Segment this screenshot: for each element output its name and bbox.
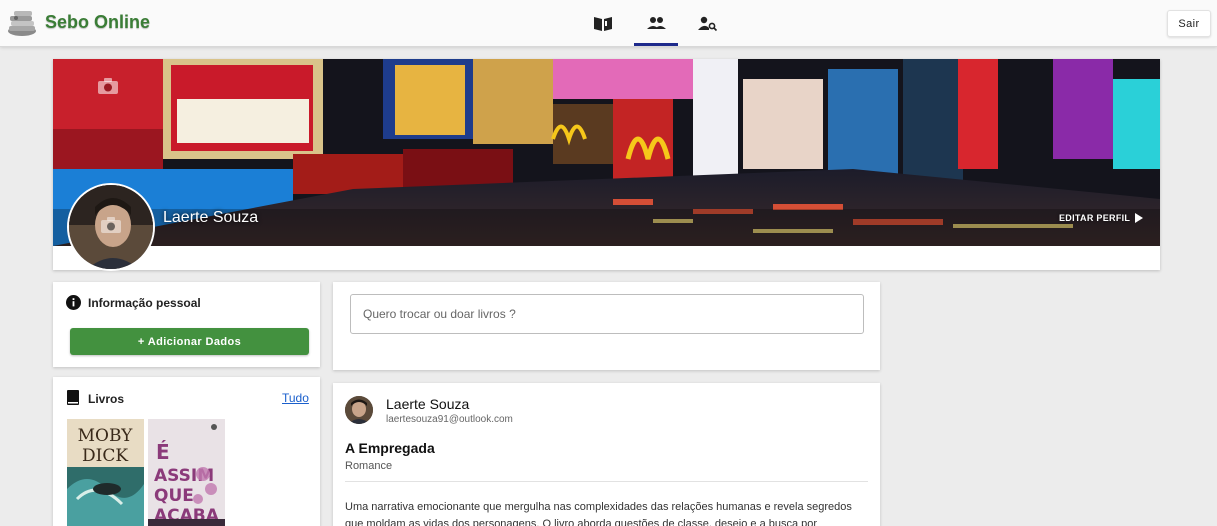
svg-text:QUE: QUE [154, 486, 194, 506]
books-title: Livros [88, 392, 125, 406]
svg-text:É: É [156, 440, 170, 464]
post-card: Laerte Souza laertesouza91@outlook.com A… [333, 383, 880, 526]
post-author-email: laertesouza91@outlook.com [386, 414, 513, 425]
profile-header-card: Laerte Souza EDITAR PERFIL [53, 59, 1160, 271]
post-book-genre: Romance [345, 460, 393, 472]
logout-button[interactable]: Sair [1167, 10, 1211, 37]
post-book-title: A Empregada [345, 440, 435, 456]
person-search-icon[interactable] [697, 14, 719, 32]
edit-profile-button[interactable]: EDITAR PERFIL [1059, 213, 1144, 223]
post-author-name[interactable]: Laerte Souza [386, 396, 469, 412]
app-title[interactable]: Sebo Online [45, 12, 150, 33]
top-bar: Sebo Online Sair [0, 0, 1217, 47]
play-arrow-icon [1135, 213, 1144, 223]
edit-profile-label: EDITAR PERFIL [1059, 213, 1131, 223]
divider [345, 481, 868, 482]
profile-name: Laerte Souza [163, 209, 259, 226]
book-cover-e-assim-que-acaba[interactable]: É ASSIM QUE ACABA [148, 419, 225, 526]
book-cover-moby-dick[interactable]: MOBY DICK [67, 419, 144, 526]
svg-text:DICK: DICK [82, 446, 128, 466]
camera-icon[interactable] [100, 216, 122, 234]
camera-icon[interactable] [97, 77, 119, 95]
personal-info-card: Informação pessoal + Adicionar Dados [53, 282, 320, 367]
books-card: Livros Tudo MOBY DICK É ASSIM QUE ACABA [53, 377, 320, 526]
personal-info-title: Informação pessoal [88, 296, 201, 310]
post-author-avatar[interactable] [345, 396, 373, 424]
nav-active-indicator [634, 43, 678, 46]
info-icon [66, 295, 81, 310]
svg-text:MOBY: MOBY [78, 426, 134, 446]
all-books-link[interactable]: Tudo [282, 391, 309, 405]
post-book-description: Uma narrativa emocionante que mergulha n… [345, 501, 852, 526]
add-data-button[interactable]: + Adicionar Dados [70, 328, 309, 355]
post-composer-input[interactable] [350, 294, 864, 334]
book-stack-logo-icon [8, 11, 36, 36]
people-icon[interactable] [645, 14, 667, 32]
book-icon [67, 390, 79, 405]
book-open-icon[interactable] [592, 14, 614, 32]
post-composer-card [333, 282, 880, 370]
